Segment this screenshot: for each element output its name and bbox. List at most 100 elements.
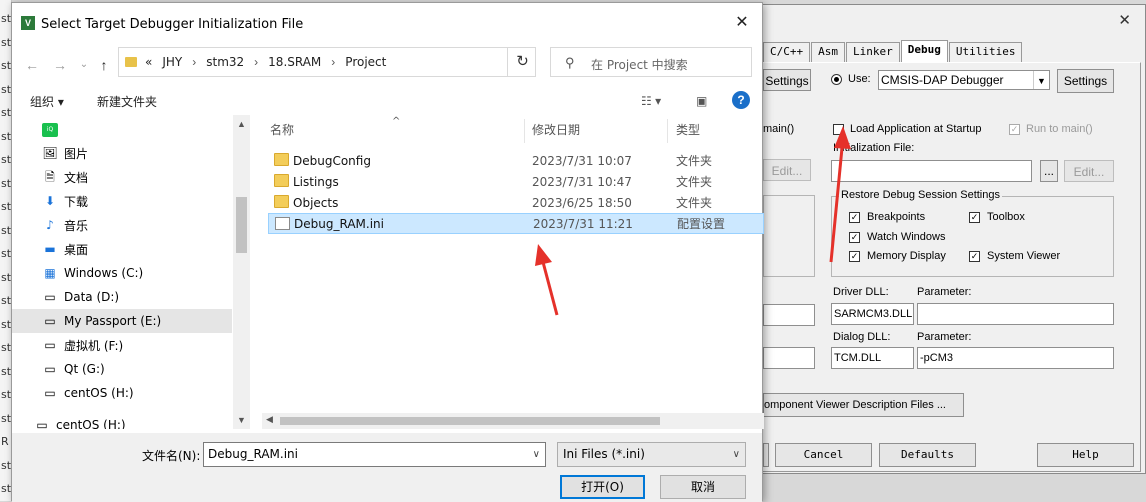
debugger-select-value: CMSIS-DAP Debugger (881, 73, 1004, 87)
nav-item-pictures[interactable]: 🖼 图片 (12, 141, 232, 165)
breadcrumb-overflow[interactable]: « (145, 55, 152, 69)
search-box[interactable]: ⚲ 在 Project 中搜索 (550, 47, 752, 77)
options-cancel-button[interactable]: Cancel (775, 443, 872, 467)
chevron-left-icon[interactable]: ◀ (266, 414, 273, 425)
nav-item-documents[interactable]: 🗎 文档 (12, 165, 232, 189)
chevron-right-icon[interactable]: › (192, 55, 196, 69)
nav-item-drive-e[interactable]: ▭ My Passport (E:) (12, 309, 232, 333)
toolbox-checkbox[interactable]: ✓ (969, 212, 980, 223)
preview-pane-icon[interactable]: ▣ (696, 94, 707, 108)
breakpoints-checkbox[interactable]: ✓ (849, 212, 860, 223)
new-folder-button[interactable]: 新建文件夹 (97, 93, 157, 110)
background-strip-text: st (1, 458, 12, 472)
up-arrow-icon[interactable]: ↑ (94, 55, 114, 75)
breadcrumb-project[interactable]: Project (345, 55, 386, 69)
file-list-hscrollbar[interactable]: ◀ (262, 413, 764, 429)
nav-item-desktop[interactable]: ▬ 桌面 (12, 237, 232, 261)
run-to-main-checkbox[interactable]: ✓ (1009, 124, 1020, 135)
help-icon[interactable]: ? (732, 91, 750, 109)
use-debugger-radio[interactable] (831, 74, 842, 85)
back-arrow-icon[interactable]: ← (22, 55, 42, 75)
dialog-dll-field[interactable]: TCM.DLL (831, 347, 914, 369)
nav-item-iqiyi[interactable]: iQ (12, 118, 232, 142)
drive-icon: ▭ (36, 418, 48, 429)
column-divider[interactable] (667, 119, 668, 143)
simulator-settings-button[interactable]: Settings (763, 69, 811, 91)
use-label: Use: (848, 73, 871, 85)
ok-button-partial[interactable] (763, 443, 769, 467)
left-driver-dll-field[interactable] (763, 304, 815, 326)
tab-utilities[interactable]: Utilities (948, 42, 1023, 62)
nav-item-drive-h-root[interactable]: ▭ centOS (H:) (12, 413, 232, 429)
background-strip-text: st (1, 200, 12, 213)
driver-param-field[interactable] (917, 303, 1114, 325)
documents-icon: 🗎 (45, 170, 55, 184)
filename-input[interactable]: Debug_RAM.ini ∨ (203, 442, 546, 467)
driver-dll-field[interactable]: SARMCM3.DLL (831, 303, 914, 325)
run-to-main-left-label: main() (763, 123, 795, 135)
edit-init-button[interactable]: Edit... (1064, 160, 1114, 182)
load-app-checkbox[interactable] (833, 124, 844, 135)
options-help-button[interactable]: Help (1037, 443, 1134, 467)
watch-windows-checkbox[interactable]: ✓ (849, 232, 860, 243)
tab-asm[interactable]: Asm (811, 42, 845, 62)
column-header-type[interactable]: 类型 (676, 115, 700, 145)
file-row[interactable]: Objects 2023/6/25 18:50 文件夹 (268, 192, 764, 213)
debugger-settings-button[interactable]: Settings (1057, 69, 1114, 93)
memory-display-checkbox[interactable]: ✓ (849, 251, 860, 262)
tab-c-cpp[interactable]: C/C++ (763, 42, 811, 62)
nav-item-music[interactable]: ♪ 音乐 (12, 213, 232, 237)
scroll-thumb[interactable] (236, 197, 247, 253)
file-row-selected[interactable]: Debug_RAM.ini 2023/7/31 11:21 配置设置 (268, 213, 764, 234)
filetype-select[interactable]: Ini Files (*.ini) ∨ (557, 442, 746, 467)
column-divider[interactable] (524, 119, 525, 143)
debugger-select[interactable]: CMSIS-DAP Debugger ▼ (878, 70, 1050, 90)
system-viewer-checkbox[interactable]: ✓ (969, 251, 980, 262)
defaults-button[interactable]: Defaults (879, 443, 976, 467)
column-header-name[interactable]: 名称 (270, 115, 294, 145)
close-icon[interactable]: ✕ (732, 13, 752, 33)
chevron-down-icon[interactable]: ▼ (233, 415, 250, 425)
chevron-right-icon[interactable]: › (331, 55, 335, 69)
organize-button[interactable]: 组织 ▾ (30, 93, 64, 110)
cancel-button[interactable]: 取消 (660, 475, 746, 499)
close-icon[interactable]: ✕ (1118, 11, 1131, 29)
left-dialog-dll-field[interactable] (763, 347, 815, 369)
nav-item-drive-f[interactable]: ▭ 虚拟机 (F:) (12, 333, 232, 357)
tab-linker[interactable]: Linker (846, 42, 900, 62)
nav-item-drive-h[interactable]: ▭ centOS (H:) (12, 381, 232, 405)
open-button[interactable]: 打开(O) (560, 475, 645, 499)
tab-debug[interactable]: Debug (900, 40, 948, 62)
sort-chevron-icon: ^ (392, 116, 401, 127)
recent-chevron-icon[interactable]: ⌄ (74, 55, 94, 75)
chevron-up-icon[interactable]: ▲ (233, 119, 250, 129)
nav-item-drive-c[interactable]: ▦ Windows (C:) (12, 261, 232, 285)
breadcrumb-sram[interactable]: 18.SRAM (268, 55, 321, 69)
file-row[interactable]: Listings 2023/7/31 10:47 文件夹 (268, 171, 764, 192)
file-row[interactable]: DebugConfig 2023/7/31 10:07 文件夹 (268, 150, 764, 171)
breadcrumb-stm32[interactable]: stm32 (206, 55, 244, 69)
scroll-thumb[interactable] (280, 417, 660, 425)
nav-item-downloads[interactable]: ⬇ 下载 (12, 189, 232, 213)
nav-item-drive-d[interactable]: ▭ Data (D:) (12, 285, 232, 309)
component-viewer-button[interactable]: omponent Viewer Description Files ... (763, 393, 964, 417)
nav-scrollbar[interactable]: ▲ ▼ (233, 115, 250, 429)
background-strip-text: st (1, 270, 12, 284)
address-bar[interactable]: « JHY › stm32 › 18.SRAM › Project (118, 47, 536, 77)
view-options-icon[interactable]: ☷ ▾ (641, 94, 661, 108)
left-restore-group (763, 195, 815, 277)
run-to-main-label: Run to main() (1026, 123, 1093, 135)
init-file-field[interactable] (831, 160, 1032, 182)
column-header-date[interactable]: 修改日期 (532, 115, 580, 145)
nav-item-drive-g[interactable]: ▭ Qt (G:) (12, 357, 232, 381)
dialog-param-field[interactable]: -pCM3 (917, 347, 1114, 369)
chevron-down-icon[interactable]: ∨ (533, 443, 540, 466)
edit-left-button[interactable]: Edit... (763, 159, 811, 181)
chevron-down-icon[interactable]: ∨ (733, 443, 740, 466)
browse-button[interactable]: ... (1040, 160, 1058, 182)
refresh-icon[interactable]: ↻ (507, 47, 537, 77)
background-strip-text: st (1, 129, 12, 143)
forward-arrow-icon[interactable]: → (50, 55, 70, 75)
chevron-right-icon[interactable]: › (254, 55, 258, 69)
breadcrumb-jhy[interactable]: JHY (162, 55, 182, 69)
